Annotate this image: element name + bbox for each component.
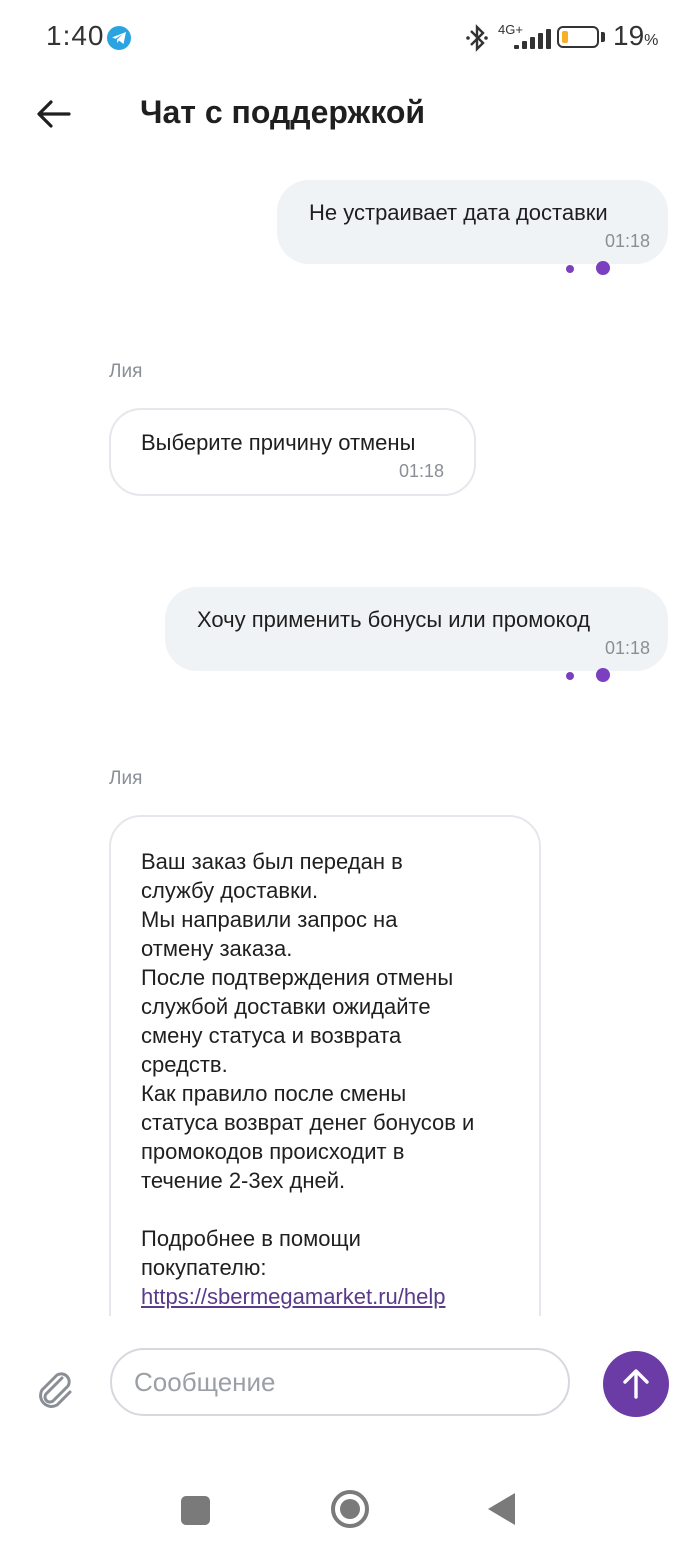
outgoing-message[interactable]: Не устраивает дата доставки 01:18 — [277, 180, 668, 264]
message-input[interactable] — [110, 1348, 570, 1416]
arrow-left-icon — [37, 100, 71, 128]
message-text: Выберите причину отмены — [141, 430, 416, 455]
telegram-icon — [107, 26, 131, 50]
battery-tip — [601, 32, 605, 42]
message-text: Не устраивает дата доставки — [309, 200, 608, 225]
system-nav-bar — [0, 1456, 700, 1556]
bluetooth-icon — [464, 23, 490, 58]
read-status-icon — [566, 261, 616, 277]
message-time: 01:18 — [604, 638, 650, 658]
sender-name: Лия — [109, 768, 143, 789]
sender-name: Лия — [109, 361, 143, 382]
message-time: 01:18 — [604, 231, 650, 251]
page-title: Чат с поддержкой — [140, 94, 426, 130]
arrow-up-icon — [623, 1369, 649, 1399]
paperclip-icon — [39, 1372, 72, 1408]
status-bar: 1:40 4G+ 19% — [0, 0, 700, 78]
battery-icon — [557, 26, 599, 48]
incoming-message[interactable]: Ваш заказ был передан в службу доставки.… — [109, 815, 541, 1316]
battery-value: 19 — [613, 20, 645, 51]
message-text: Хочу применить бонусы или промокод — [197, 607, 591, 632]
battery-unit: % — [644, 32, 659, 49]
attach-button[interactable] — [32, 1366, 76, 1410]
battery-percent: 19% — [613, 20, 658, 52]
chat-messages[interactable]: Не устраивает дата доставки 01:18 Лия Вы… — [0, 160, 700, 1316]
signal-icon — [510, 27, 551, 49]
message-time: 01:18 — [398, 461, 444, 481]
recents-square-icon[interactable] — [181, 1496, 210, 1525]
outgoing-message[interactable]: Хочу применить бонусы или промокод 01:18 — [165, 587, 668, 671]
message-composer — [0, 1316, 700, 1456]
status-time: 1:40 — [46, 20, 105, 51]
help-link[interactable]: https://sbermegamarket.ru/help — [141, 1284, 445, 1309]
home-circle-icon[interactable] — [331, 1490, 369, 1528]
incoming-message[interactable]: Выберите причину отмены 01:18 — [109, 408, 476, 496]
send-button[interactable] — [603, 1351, 669, 1417]
back-triangle-icon[interactable] — [488, 1493, 515, 1525]
battery-level-fill — [562, 31, 568, 43]
message-text: Ваш заказ был передан в службу доставки.… — [141, 849, 475, 1280]
read-status-icon — [566, 668, 616, 684]
back-button[interactable] — [28, 88, 80, 140]
